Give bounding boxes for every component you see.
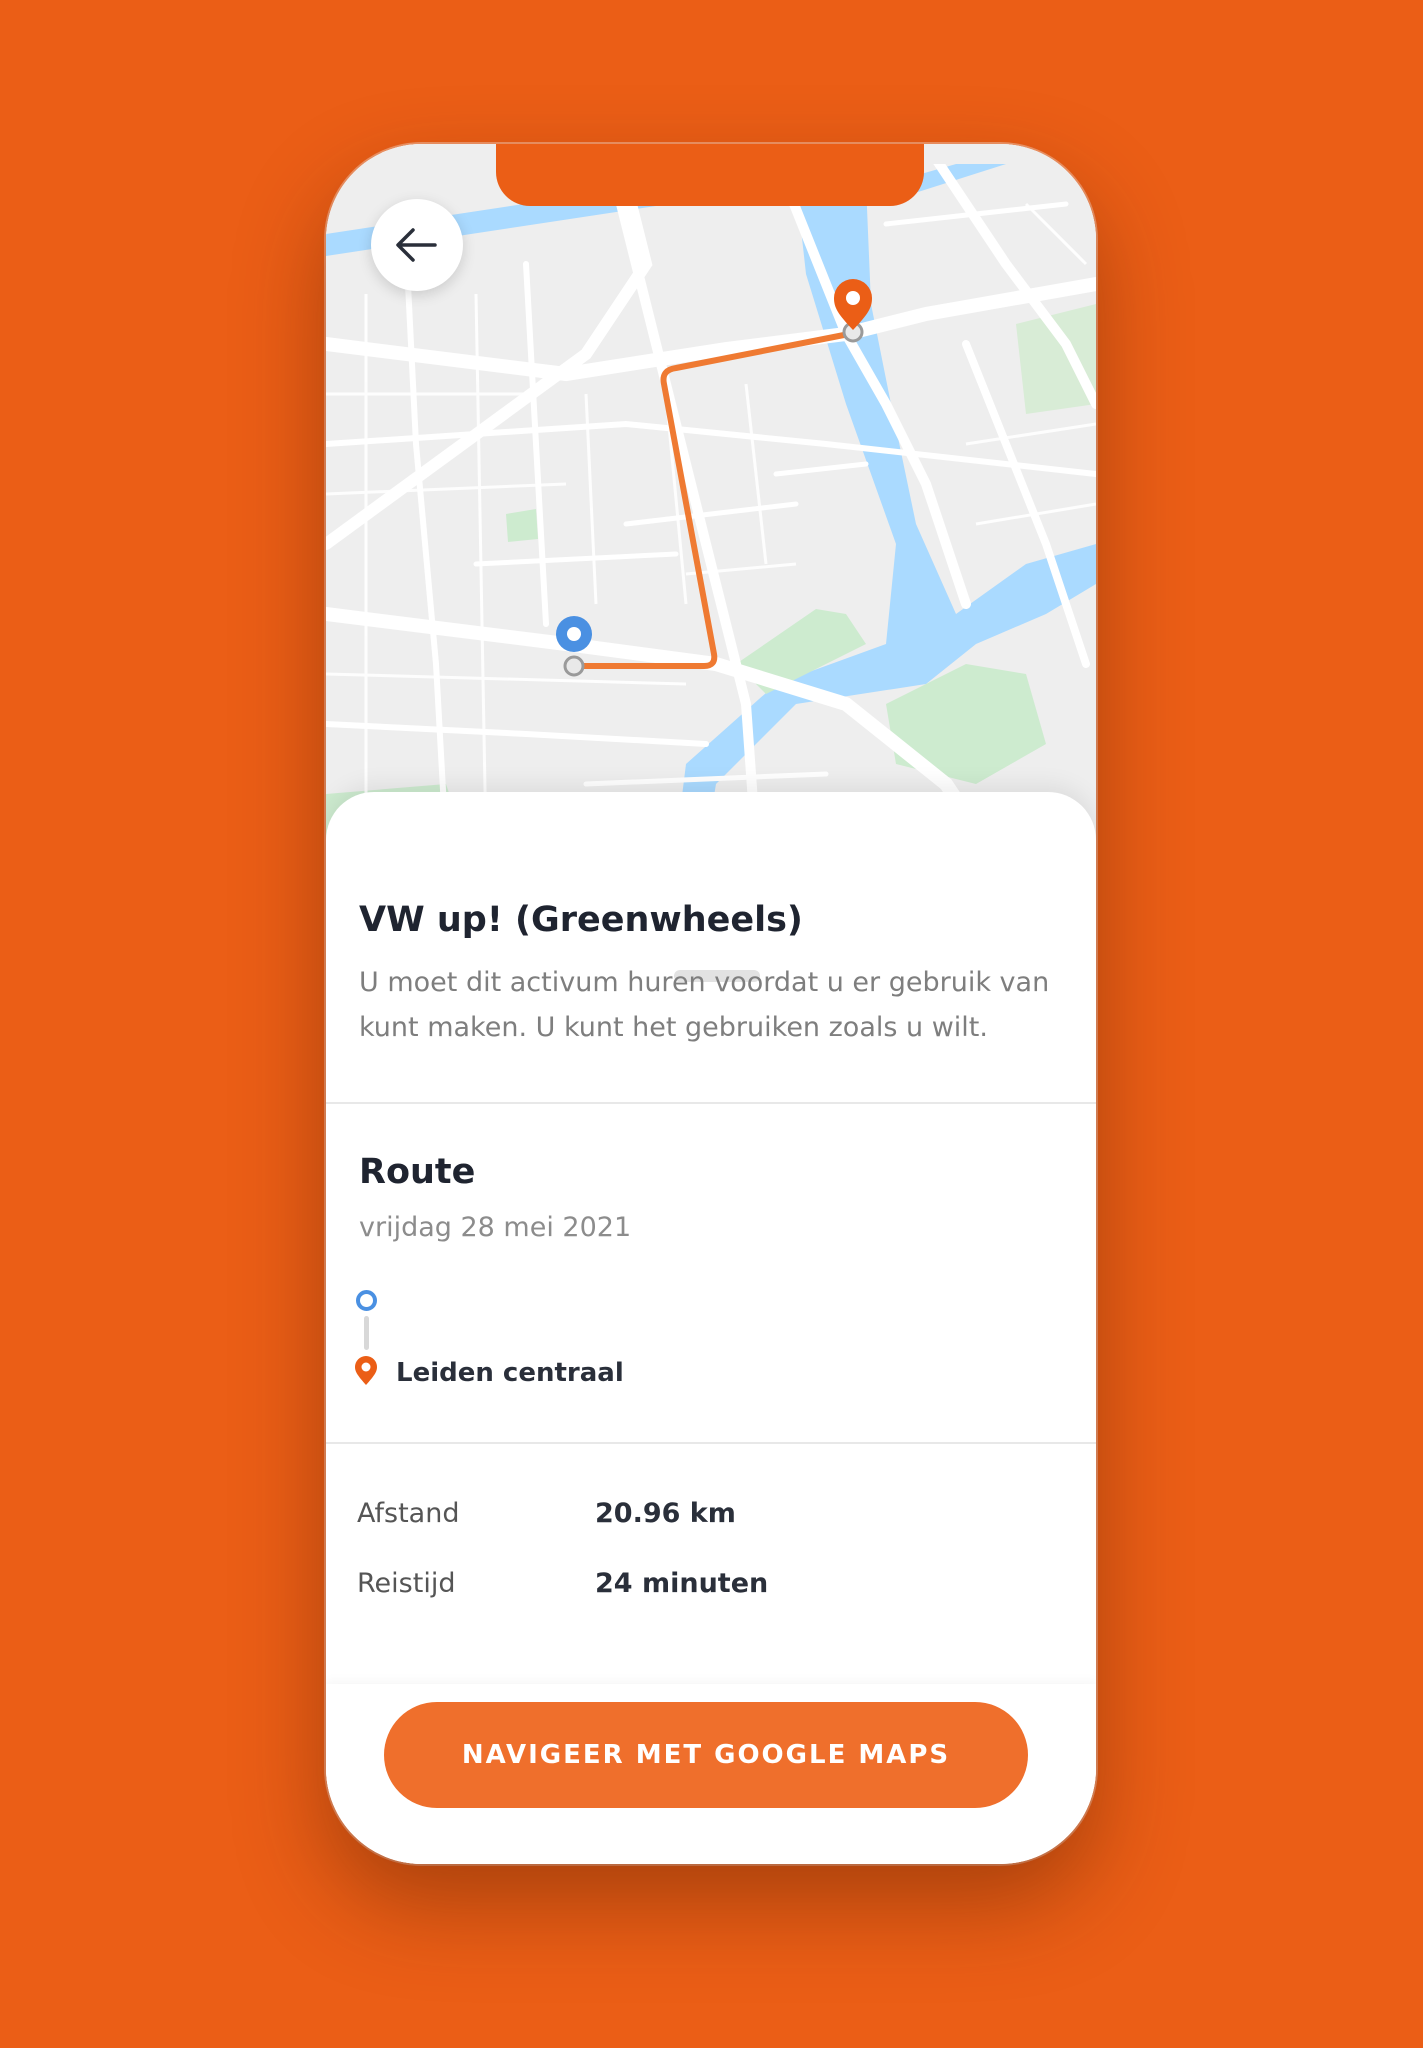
divider [326,1442,1096,1444]
origin-dot-icon [356,1290,377,1311]
divider [326,1102,1096,1104]
arrow-left-icon [396,228,437,262]
phone-frame: VW up! (Greenwheels) U moet dit activum … [326,144,1096,1864]
route-title: Route [359,1152,476,1192]
navigate-google-maps-button[interactable]: NAVIGEER MET GOOGLE MAPS [384,1702,1028,1808]
asset-description: U moet dit activum huren voordat u er ge… [359,967,1050,1043]
route-connector [364,1316,369,1350]
phone-notch [496,144,924,206]
distance-label: Afstand [357,1498,460,1529]
travel-time-value: 24 minuten [595,1568,769,1599]
route-date: vrijdag 28 mei 2021 [359,1212,632,1243]
destination-label: Leiden centraal [396,1358,624,1388]
asset-title: VW up! (Greenwheels) [359,900,803,940]
travel-time-label: Reistijd [357,1568,456,1599]
location-pin-icon [354,1356,378,1390]
back-button[interactable] [371,199,463,291]
distance-value: 20.96 km [595,1498,736,1529]
